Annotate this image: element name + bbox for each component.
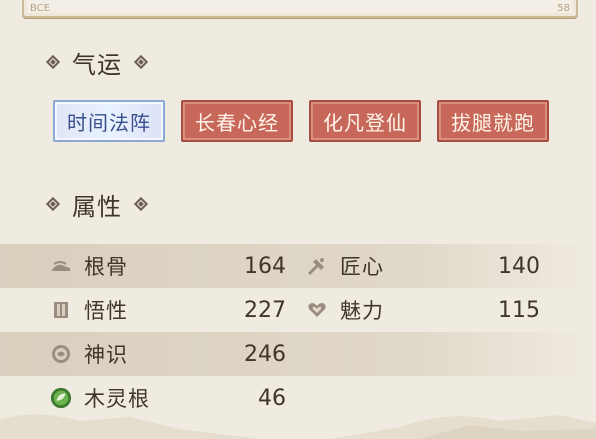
attributes-section-title: 属性 (72, 192, 122, 221)
spirit-sense-icon (50, 343, 72, 365)
attribute-value: 140 (498, 253, 540, 279)
heart-icon (306, 299, 328, 321)
hammer-icon (306, 255, 328, 277)
attribute-craft: 匠心 (306, 244, 384, 288)
attribute-wood-root: 木灵根 (50, 376, 150, 420)
attribute-charm: 魅力 (306, 288, 384, 332)
attribute-bone: 根骨 (50, 244, 128, 288)
top-panel-right-fragment: 58 (557, 3, 570, 14)
fortune-tag-ascension[interactable]: 化凡登仙 (309, 100, 421, 142)
fortune-tag-list: 时间法阵 长春心经 化凡登仙 拔腿就跑 (53, 100, 549, 142)
attribute-row: 木灵根 46 (0, 376, 596, 420)
fortune-section-header: 气运 (45, 47, 149, 79)
fortune-tag-run-away[interactable]: 拔腿就跑 (437, 100, 549, 142)
wood-root-icon (50, 387, 72, 409)
top-panel: BCE 58 (22, 0, 578, 18)
attribute-label: 根骨 (84, 255, 128, 279)
diamond-ornament-icon (133, 54, 149, 70)
attribute-spirit-sense: 神识 (50, 332, 128, 376)
top-panel-left-fragment: BCE (30, 3, 50, 14)
fortune-tag-time-array[interactable]: 时间法阵 (53, 100, 165, 142)
attribute-value: 164 (244, 253, 286, 279)
diamond-ornament-icon (133, 196, 149, 212)
bone-icon (50, 255, 72, 277)
attribute-row: 神识 246 (0, 332, 596, 376)
fortune-section-title: 气运 (72, 50, 122, 79)
attribute-value: 115 (498, 297, 540, 323)
attribute-label: 木灵根 (84, 387, 150, 411)
attribute-row: 根骨 164 匠心 140 (0, 244, 596, 288)
diamond-ornament-icon (45, 54, 61, 70)
attribute-value: 227 (244, 297, 286, 323)
attribute-label: 悟性 (84, 299, 128, 323)
attribute-value: 246 (244, 341, 286, 367)
attribute-comprehension: 悟性 (50, 288, 128, 332)
attributes-section-header: 属性 (45, 189, 149, 221)
attribute-row: 悟性 227 魅力 115 (0, 288, 596, 332)
fortune-tag-evergreen-scripture[interactable]: 长春心经 (181, 100, 293, 142)
attribute-label: 魅力 (340, 299, 384, 323)
attribute-value: 46 (258, 385, 286, 411)
diamond-ornament-icon (45, 196, 61, 212)
book-icon (50, 299, 72, 321)
attribute-label: 神识 (84, 343, 128, 367)
attribute-label: 匠心 (340, 255, 384, 279)
